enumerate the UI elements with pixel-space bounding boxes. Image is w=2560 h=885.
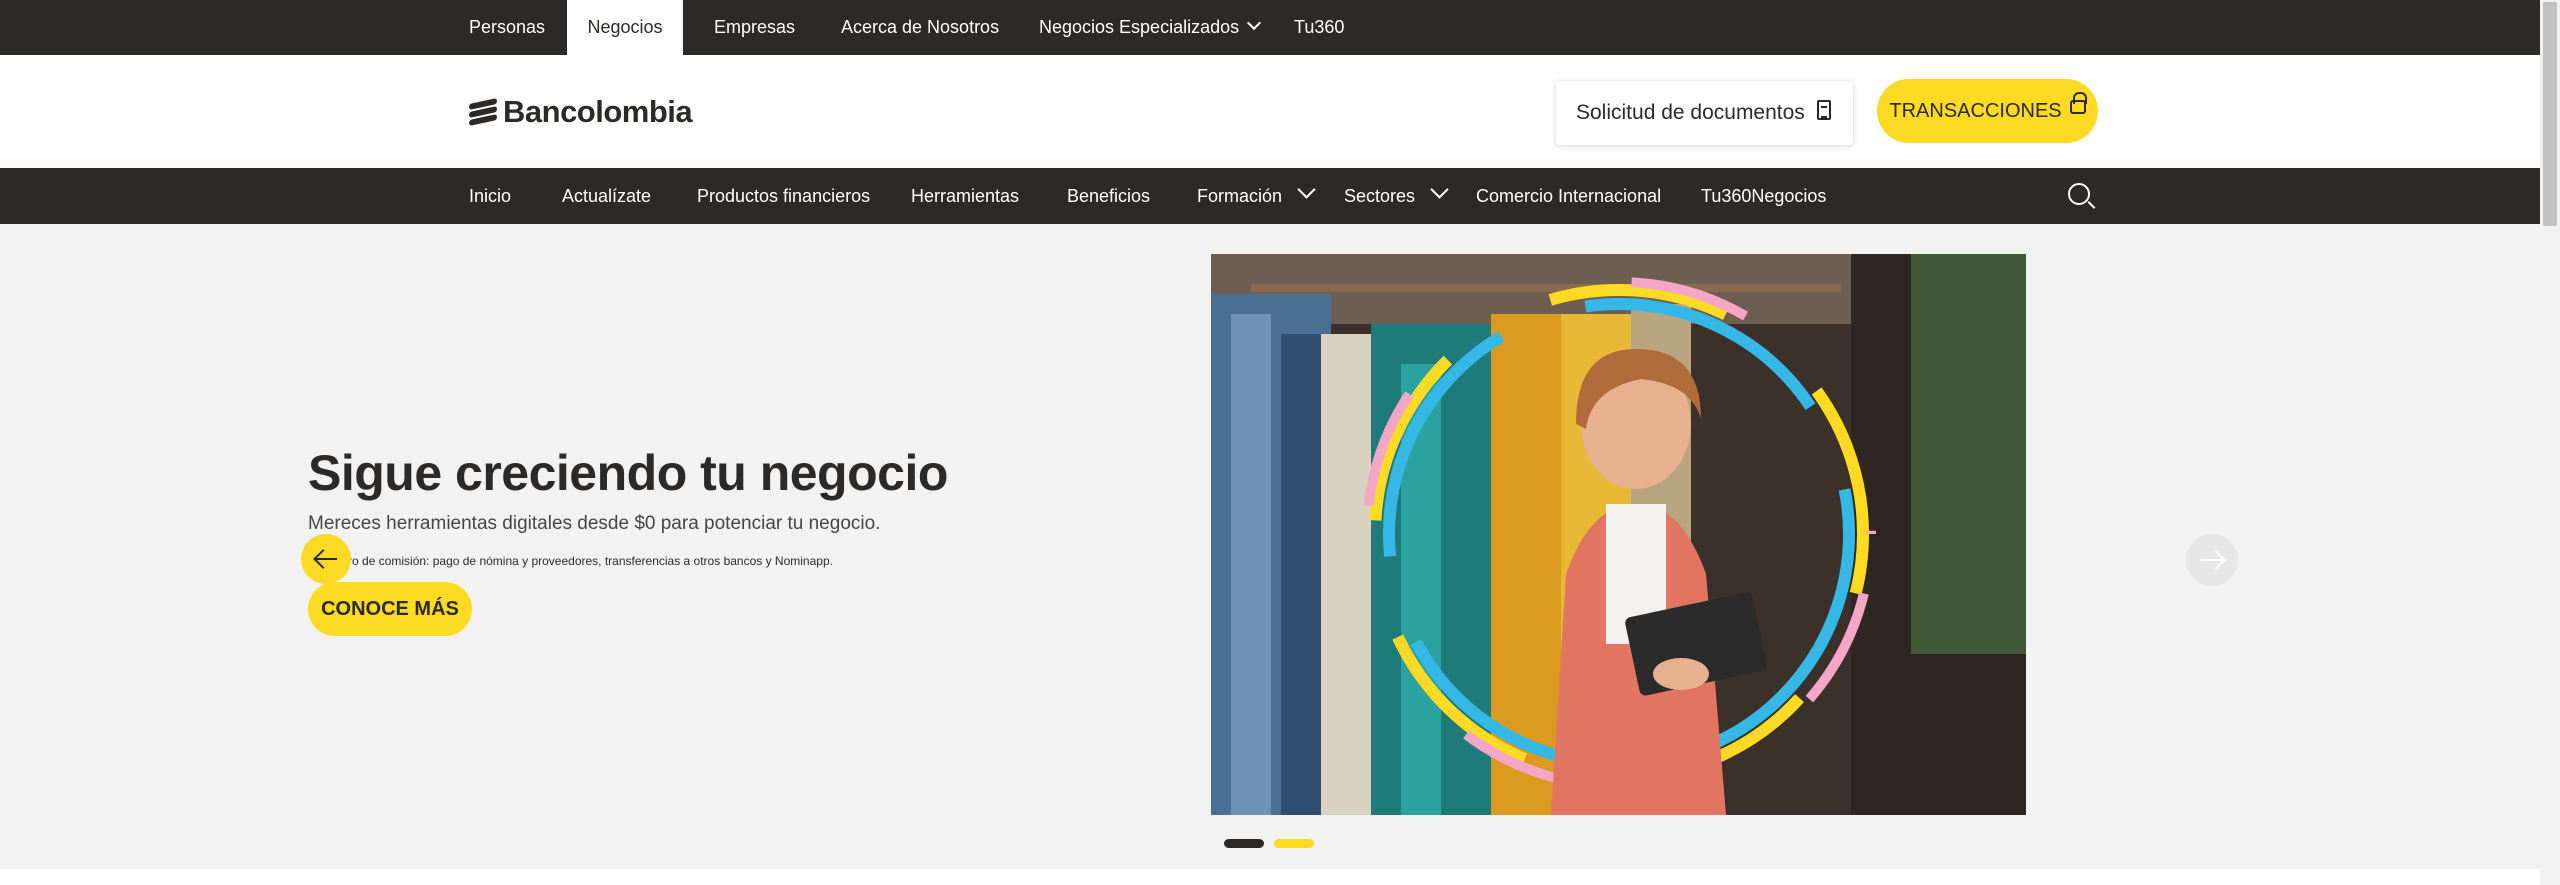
transactions-button[interactable]: TRANSACCIONES [1877,79,2098,143]
page-bottom-strip [0,869,2540,885]
segment-acerca-de-nosotros[interactable]: Acerca de Nosotros [841,0,999,55]
main-navbar: Inicio Actualízate Productos financieros… [0,168,2540,224]
logo-text: Bancolombia [503,94,693,129]
arrow-left-icon[interactable] [301,534,351,584]
segment-empresas[interactable]: Empresas [714,0,795,55]
conoce-mas-button[interactable]: CONOCE MÁS [308,582,472,636]
segment-personas[interactable]: Personas [469,0,545,55]
search-icon[interactable] [2068,183,2090,205]
hero-title: Sigue creciendo tu negocio [308,445,948,501]
hero-subtitle: Mereces herramientas digitales desde $0 … [308,513,881,534]
carousel-dot-1[interactable] [1224,839,1264,848]
document-icon [1816,100,1831,120]
site-header: Bancolombia Solicitud de documentos TRAN… [0,55,2540,168]
segment-navbar: Personas Negocios Empresas Acerca de Nos… [0,0,2540,55]
vertical-scrollbar[interactable] [2540,0,2560,885]
nav-sectores[interactable]: Sectores [1344,168,1449,224]
scrollbar-thumb[interactable] [2543,2,2557,226]
segment-tu360[interactable]: Tu360 [1294,0,1344,55]
document-request-button[interactable]: Solicitud de documentos [1556,81,1853,145]
hero-footnote: Sin cobro de comisión: pago de nómina y … [308,554,833,568]
hero-image [1211,254,2026,815]
nav-productos-financieros[interactable]: Productos financieros [697,168,870,224]
lock-icon [2069,92,2087,114]
carousel-dot-2[interactable] [1274,839,1314,848]
document-request-label: Solicitud de documentos [1576,101,1805,124]
bancolombia-logo[interactable]: Bancolombia [469,94,693,129]
bancolombia-logo-icon [469,98,497,126]
nav-formacion-label: Formación [1197,186,1283,206]
hero-carousel: Sigue creciendo tu negocio Mereces herra… [0,224,2540,869]
nav-comercio-internacional[interactable]: Comercio Internacional [1476,168,1661,224]
nav-sectores-label: Sectores [1344,186,1416,206]
segment-negocios[interactable]: Negocios [567,0,683,55]
segment-negocios-especializados[interactable]: Negocios Especializados [1039,0,1262,55]
nav-actualizate[interactable]: Actualízate [562,168,651,224]
chevron-down-icon [1430,180,1449,199]
nav-beneficios[interactable]: Beneficios [1067,168,1150,224]
chevron-down-icon [1247,15,1262,31]
arrow-right-icon[interactable] [2186,534,2238,586]
nav-tu360negocios[interactable]: Tu360Negocios [1701,168,1826,224]
chevron-down-icon [1297,180,1316,199]
nav-inicio[interactable]: Inicio [469,168,511,224]
segment-negocios-especializados-label: Negocios Especializados [1039,17,1240,37]
transactions-label: TRANSACCIONES [1889,99,2062,122]
nav-formacion[interactable]: Formación [1197,168,1316,224]
nav-herramientas[interactable]: Herramientas [911,168,1019,224]
